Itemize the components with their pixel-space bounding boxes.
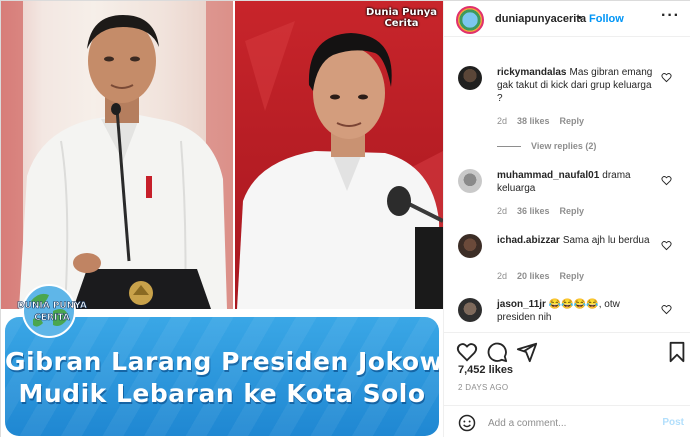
commenter-username[interactable]: jason_11jr [497, 299, 546, 310]
commenter-username[interactable]: rickymandalas [497, 67, 567, 78]
header-separator: • [578, 12, 582, 24]
view-replies-label[interactable]: View replies (2) [531, 141, 596, 151]
emoji-icon[interactable] [458, 414, 476, 432]
comment-icon[interactable] [486, 341, 508, 363]
author-username[interactable]: duniapunyacerita [495, 13, 586, 25]
comment-body: jason_11jr 😂😂😂😂, otw presiden nih [497, 298, 657, 324]
brand-watermark-line2: Cerita [384, 18, 419, 29]
comments-list[interactable]: rickymandalas Mas gibran emang gak takut … [444, 38, 690, 330]
comment-reply-button[interactable]: Reply [560, 271, 585, 281]
bookmark-icon[interactable] [666, 341, 688, 363]
comment-like-heart-icon[interactable] [661, 304, 672, 315]
comment-body: rickymandalas Mas gibran emang gak takut … [497, 66, 657, 105]
post-actions-bar [444, 332, 690, 368]
comment-body: muhammad_naufal01 drama keluarga [497, 169, 657, 195]
comment-likes[interactable]: 36 likes [517, 206, 550, 216]
commenter-avatar[interactable] [458, 298, 482, 322]
post-timestamp[interactable]: 2 DAYS AGO [458, 383, 508, 392]
photo-gibran-speaking: Dunia Punya Cerita [235, 1, 443, 309]
headline-line-1: Gibran Larang Presiden Jokowi [5, 347, 439, 376]
comment-likes[interactable]: 20 likes [517, 271, 550, 281]
author-avatar[interactable] [456, 6, 484, 34]
comment-body: ichad.abizzar Sama ajh lu berdua [497, 234, 657, 247]
post-header: duniapunyacerita • Follow ··· [444, 1, 690, 37]
comment-like-heart-icon[interactable] [661, 240, 672, 251]
post-comment-button[interactable]: Post [662, 417, 684, 428]
post-image[interactable]: Dunia Punya Cerita Gibran Larang Preside… [1, 1, 443, 437]
photo-president-speaking [1, 1, 233, 309]
brand-watermark: Dunia Punya Cerita [366, 7, 437, 29]
post-details-panel: duniapunyacerita • Follow ··· rickymanda… [443, 1, 690, 437]
comment-meta: 2d 20 likes Reply [497, 271, 594, 281]
instagram-post: Dunia Punya Cerita Gibran Larang Preside… [0, 0, 690, 437]
person-speaking-illustration-2 [237, 21, 443, 309]
comment-like-heart-icon[interactable] [661, 175, 672, 186]
comment-text: Sama ajh lu berdua [562, 235, 650, 246]
view-replies-button[interactable]: View replies (2) [497, 141, 596, 151]
comment-age: 2d [497, 206, 508, 216]
add-comment-bar: Post [444, 405, 690, 437]
comment-reply-button[interactable]: Reply [560, 206, 585, 216]
comment-like-heart-icon[interactable] [661, 72, 672, 83]
commenter-username[interactable]: ichad.abizzar [497, 235, 560, 246]
commenter-avatar[interactable] [458, 169, 482, 193]
share-icon[interactable] [516, 341, 538, 363]
headline-line-2: Mudik Lebaran ke Kota Solo [18, 379, 426, 408]
person-speaking-illustration [1, 1, 233, 309]
replies-line [497, 146, 521, 148]
comment-input[interactable] [488, 413, 648, 433]
badge-line-2: CERITA [34, 313, 69, 323]
comment-age: 2d [497, 116, 508, 126]
globe-logo-badge: DUNIA PUNYA CERITA [15, 281, 89, 339]
commenter-avatar[interactable] [458, 66, 482, 90]
badge-line-1: DUNIA PUNYA [17, 301, 87, 311]
more-options-icon[interactable]: ··· [661, 7, 680, 25]
comment-age: 2d [497, 271, 508, 281]
brand-watermark-line1: Dunia Punya [365, 7, 437, 18]
globe-logo-icon: DUNIA PUNYA CERITA [17, 284, 87, 338]
follow-button[interactable]: Follow [589, 13, 624, 25]
comment-reply-button[interactable]: Reply [560, 116, 585, 126]
heart-icon[interactable] [456, 341, 478, 363]
commenter-username[interactable]: muhammad_naufal01 [497, 170, 599, 181]
likes-count[interactable]: 7,452 likes [458, 364, 513, 376]
comment-likes[interactable]: 38 likes [517, 116, 550, 126]
comment-meta: 2d 38 likes Reply [497, 116, 594, 126]
commenter-avatar[interactable] [458, 234, 482, 258]
comment-meta: 2d 36 likes Reply [497, 206, 594, 216]
